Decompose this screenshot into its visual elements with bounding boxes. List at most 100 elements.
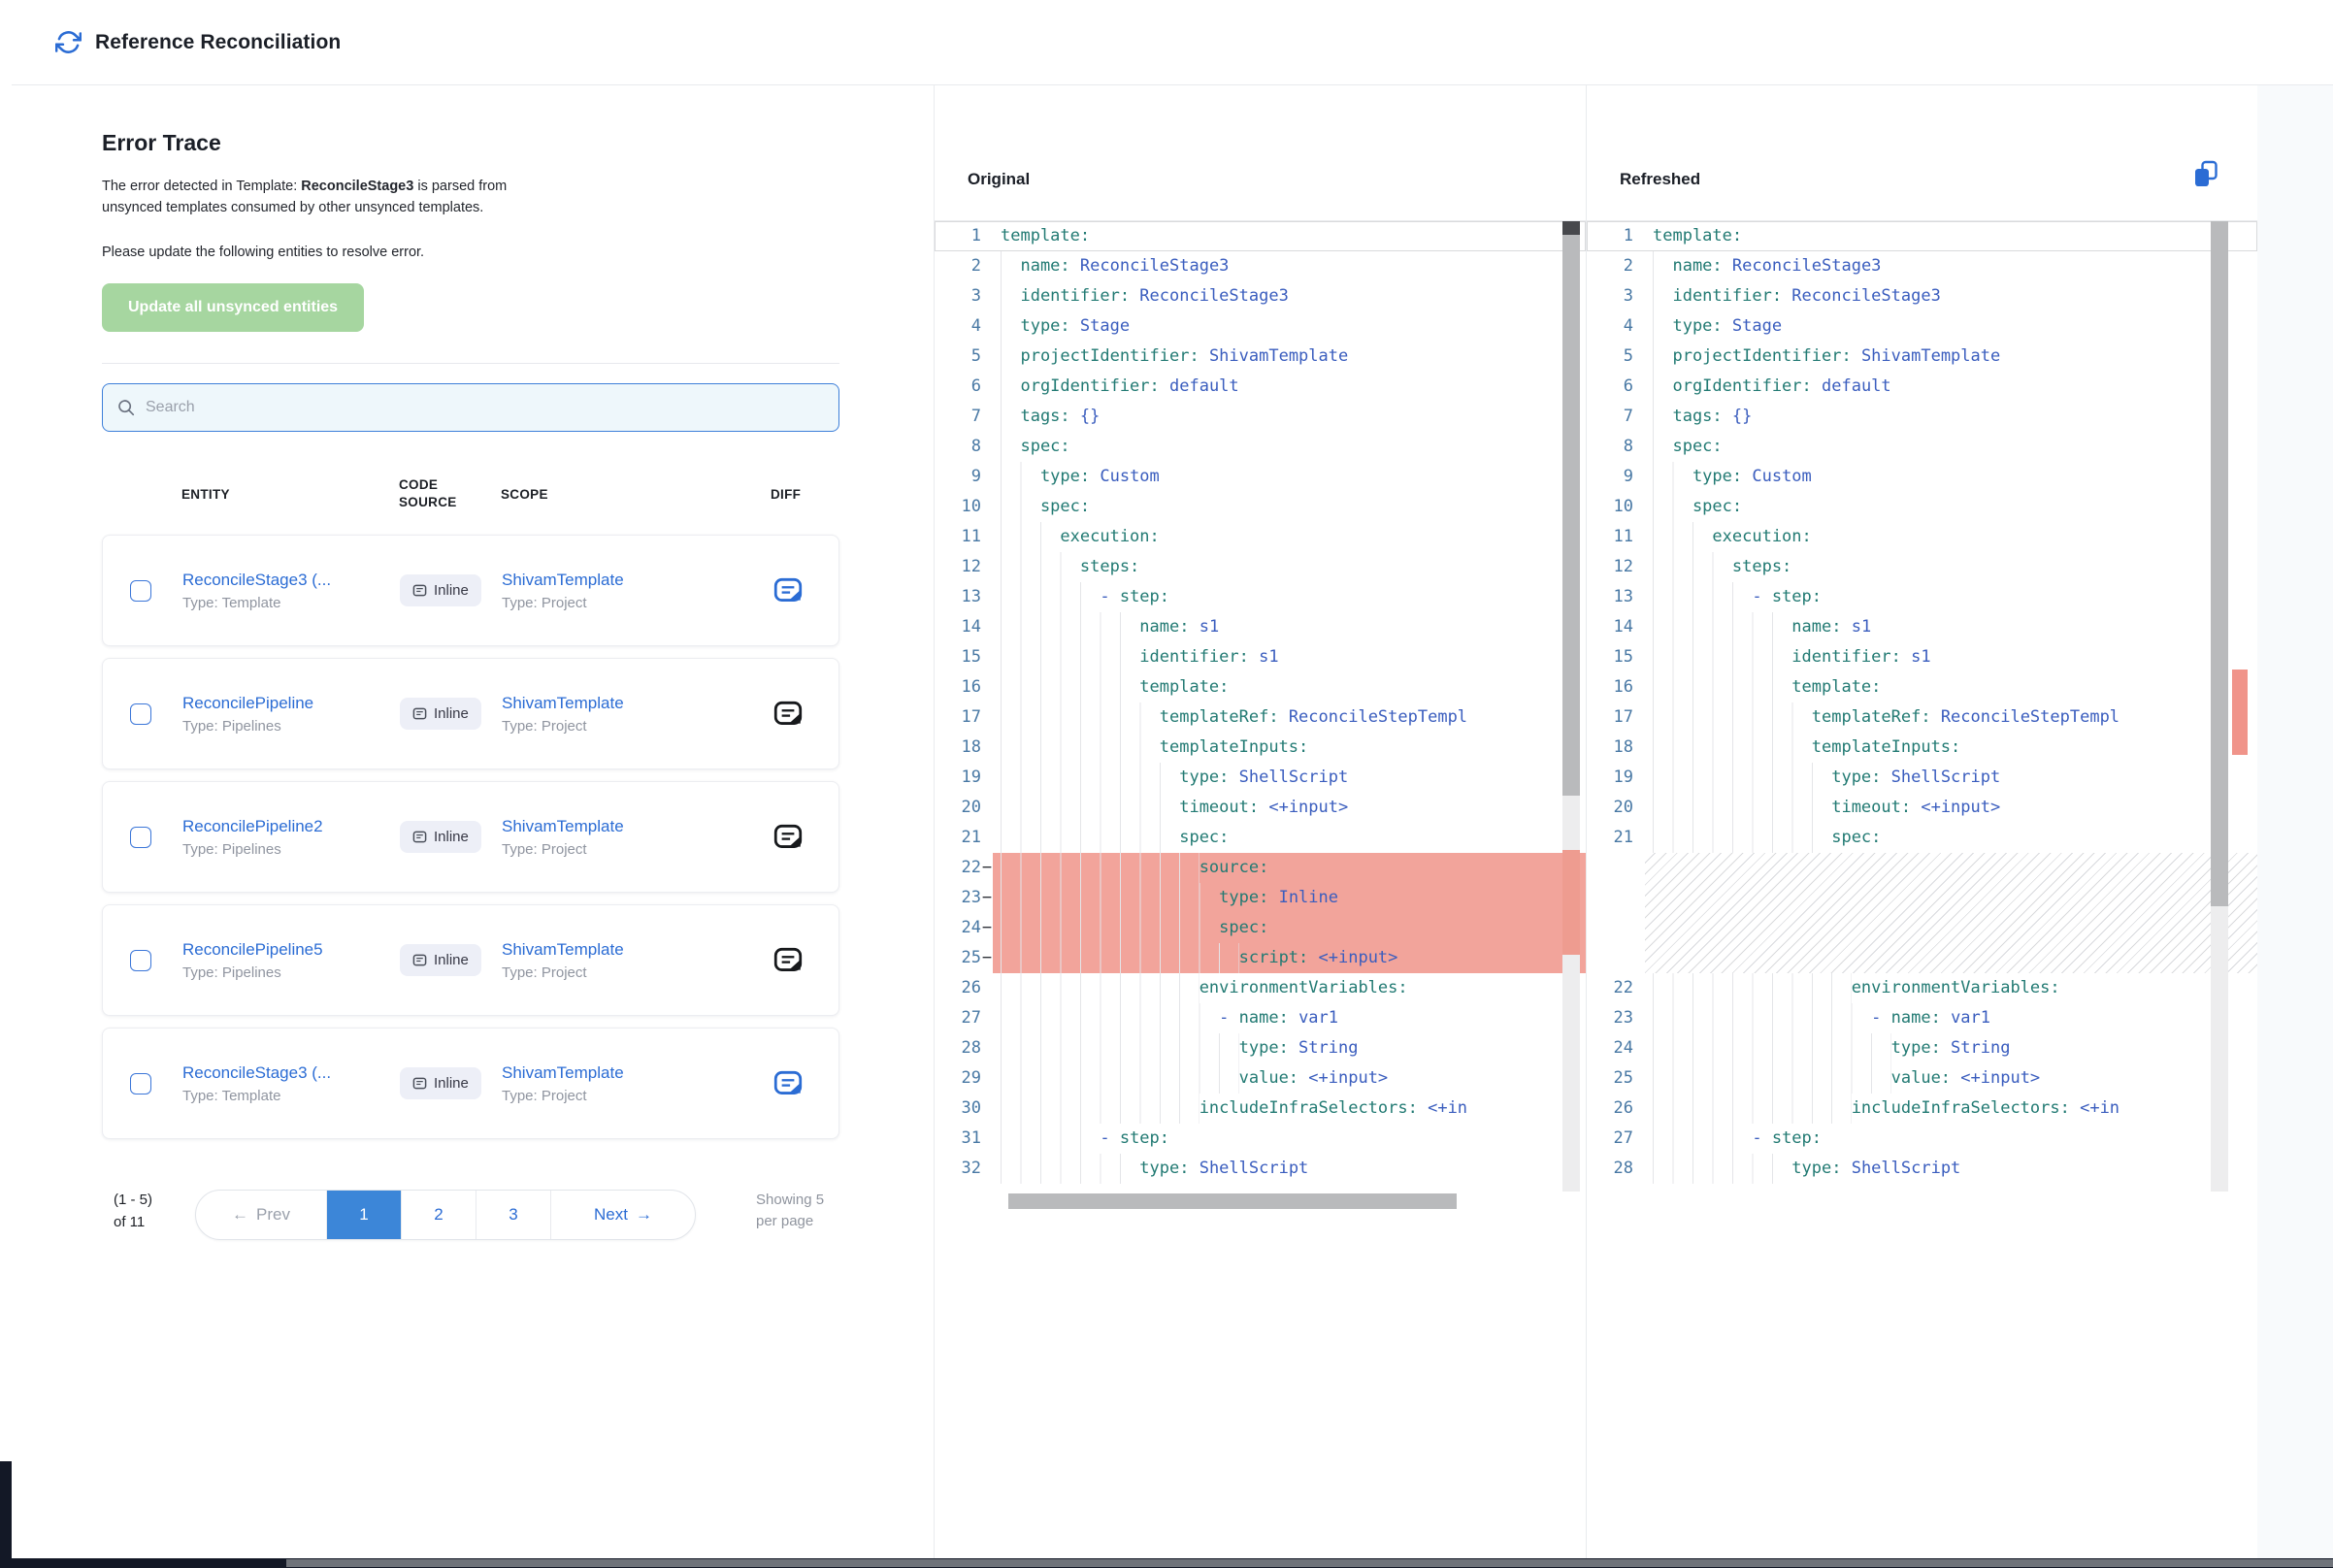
scope-link[interactable]: ShivamTemplate (502, 817, 772, 836)
code-line: 25−script: <+input> (935, 943, 1586, 973)
error-instruction: Please update the following entities to … (102, 245, 550, 260)
code-line: 10spec: (1587, 492, 2257, 522)
divider (102, 363, 839, 364)
original-horizontal-scrollbar[interactable] (1008, 1193, 1457, 1209)
page-background-edge (0, 1461, 12, 1568)
entity-cell: ReconcileStage3 (... Type: Template (182, 571, 400, 611)
table-row[interactable]: ReconcileStage3 (... Type: Template Inli… (102, 535, 839, 646)
scope-type: Type: Project (502, 595, 772, 611)
entity-type: Type: Pipelines (182, 841, 400, 858)
code-line: 11execution: (1587, 522, 2257, 552)
inline-store-icon (412, 706, 427, 721)
pagination-page-size: Showing 5 per page (756, 1190, 839, 1232)
table-header-row: ENTITY CODE SOURCE SCOPE DIFF (102, 476, 839, 511)
diff-note-icon[interactable] (772, 944, 805, 977)
code-line: 19type: ShellScript (1587, 763, 2257, 793)
refreshed-change-marker (2232, 670, 2248, 755)
entity-link[interactable]: ReconcileStage3 (... (182, 571, 400, 590)
code-source-badge: Inline (400, 821, 481, 853)
row-checkbox[interactable] (130, 827, 151, 848)
scope-link[interactable]: ShivamTemplate (502, 571, 772, 590)
update-all-button[interactable]: Update all unsynced entities (102, 283, 364, 332)
refreshed-label: Refreshed (1620, 170, 1700, 189)
diff-note-icon[interactable] (772, 1067, 805, 1100)
code-line: 14name: s1 (935, 612, 1586, 642)
original-vertical-scrollbar[interactable] (1562, 221, 1580, 1192)
table-row[interactable]: ReconcilePipeline5 Type: Pipelines Inlin… (102, 904, 839, 1016)
search-icon (116, 398, 136, 417)
page-horizontal-scrollbar[interactable] (286, 1559, 2333, 1567)
prev-page-button[interactable]: ←Prev (196, 1191, 327, 1239)
code-source-badge: Inline (400, 1067, 481, 1099)
code-line: 31- step: (935, 1124, 1586, 1154)
page-button-3[interactable]: 3 (476, 1191, 551, 1239)
pagination-pill: ←Prev 123Next→ (195, 1190, 696, 1240)
code-line: 1template: (1587, 221, 2257, 251)
table-row[interactable]: ReconcilePipeline2 Type: Pipelines Inlin… (102, 781, 839, 893)
search-input[interactable] (146, 399, 825, 416)
code-line: 7tags: {} (935, 402, 1586, 432)
pagination: (1 - 5) of 11 ←Prev 123Next→ Showing 5 p… (102, 1190, 839, 1240)
code-line: 4type: Stage (935, 311, 1586, 342)
inline-store-icon (412, 583, 427, 598)
entity-link[interactable]: ReconcilePipeline (182, 694, 400, 713)
row-checkbox[interactable] (130, 580, 151, 602)
original-code-editor[interactable]: 1template:2name: ReconcileStage33identif… (935, 221, 1586, 1192)
code-line: 28type: ShellScript (1587, 1154, 2257, 1184)
diff-note-icon[interactable] (772, 821, 805, 854)
pagination-range: (1 - 5) of 11 (114, 1190, 164, 1233)
code-line: 5projectIdentifier: ShivamTemplate (1587, 342, 2257, 372)
entity-link[interactable]: ReconcilePipeline5 (182, 940, 400, 960)
dialog-title: Reference Reconciliation (95, 31, 341, 54)
refreshed-vertical-scrollbar[interactable] (2211, 221, 2228, 1192)
entity-cell: ReconcilePipeline Type: Pipelines (182, 694, 400, 735)
entity-list: ReconcileStage3 (... Type: Template Inli… (102, 535, 839, 1139)
scope-type: Type: Project (502, 841, 772, 858)
next-page-button[interactable]: Next→ (551, 1191, 695, 1239)
reference-reconciliation-dialog: Reference Reconciliation ✕ Error Trace T… (12, 0, 2333, 1558)
scope-link[interactable]: ShivamTemplate (502, 1063, 772, 1083)
table-row[interactable]: ReconcileStage3 (... Type: Template Inli… (102, 1028, 839, 1139)
code-line: 24type: String (1587, 1033, 2257, 1063)
code-line: 18templateInputs: (935, 733, 1586, 763)
entity-link[interactable]: ReconcileStage3 (... (182, 1063, 400, 1083)
code-line: 16template: (1587, 672, 2257, 702)
code-line: 29value: <+input> (935, 1063, 1586, 1094)
code-line: 13- step: (935, 582, 1586, 612)
code-line: 3identifier: ReconcileStage3 (1587, 281, 2257, 311)
inline-store-icon (412, 830, 427, 844)
row-checkbox[interactable] (130, 950, 151, 971)
code-line: 4type: Stage (1587, 311, 2257, 342)
col-diff: DIFF (771, 487, 839, 502)
original-header: Original (935, 85, 1586, 221)
diff-note-icon[interactable] (772, 574, 805, 607)
page-button-1[interactable]: 1 (327, 1191, 402, 1239)
code-line: 26includeInfraSelectors: <+in (1587, 1094, 2257, 1124)
code-source-badge: Inline (400, 698, 481, 730)
diff-note-icon[interactable] (772, 698, 805, 731)
code-line: 27- name: var1 (935, 1003, 1586, 1033)
search-box[interactable] (102, 383, 839, 432)
code-line: 20timeout: <+input> (1587, 793, 2257, 823)
scope-type: Type: Project (502, 718, 772, 735)
code-line: 1template: (935, 221, 1586, 251)
error-trace-heading: Error Trace (102, 130, 839, 156)
code-line: 9type: Custom (1587, 462, 2257, 492)
entity-link[interactable]: ReconcilePipeline2 (182, 817, 400, 836)
code-line: 27- step: (1587, 1124, 2257, 1154)
refreshed-panel: Refreshed 1template:2name: ReconcileStag… (1586, 85, 2257, 1558)
scope-link[interactable]: ShivamTemplate (502, 940, 772, 960)
row-checkbox[interactable] (130, 703, 151, 725)
table-row[interactable]: ReconcilePipeline Type: Pipelines Inline… (102, 658, 839, 769)
scope-link[interactable]: ShivamTemplate (502, 694, 772, 713)
scope-cell: ShivamTemplate Type: Project (502, 571, 772, 611)
row-checkbox[interactable] (130, 1073, 151, 1094)
refreshed-code-editor[interactable]: 1template:2name: ReconcileStage33identif… (1587, 221, 2257, 1192)
page-button-2[interactable]: 2 (402, 1191, 476, 1239)
code-line: 25value: <+input> (1587, 1063, 2257, 1094)
copy-icon[interactable] (2192, 160, 2218, 189)
scope-type: Type: Project (502, 1088, 772, 1104)
code-line: 11execution: (935, 522, 1586, 552)
inline-store-icon (412, 953, 427, 967)
code-line: 8spec: (935, 432, 1586, 462)
